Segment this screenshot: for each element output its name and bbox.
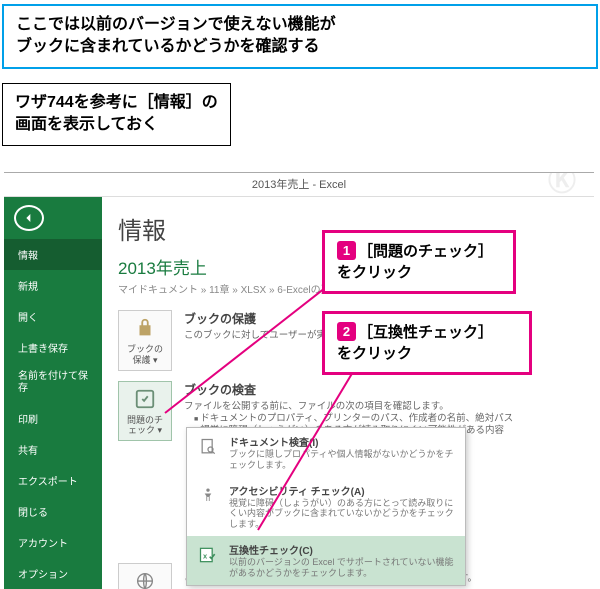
browser-icon [132,568,158,589]
check-issues-dropdown: ドキュメント検査(I) ブックに隠しプロパティや個人情報がないかどうかをチェック… [186,427,466,586]
menu-item-compatibility-check[interactable]: x 互換性チェック(C) 以前のバージョンの Excel でサポートされていない… [187,536,465,585]
document-search-icon [195,434,221,460]
sidebar-item-open[interactable]: 開く [4,301,102,332]
callout-2: 2［互換性チェック］ をクリック [322,311,532,375]
step-number-1: 1 [337,241,356,260]
text: ワザ744を参考に［情報］の [15,94,218,111]
menu-item-title: アクセシビリティ チェック(A) [229,483,457,498]
accessibility-icon [195,483,221,509]
menu-item-inspect-document[interactable]: ドキュメント検査(I) ブックに隠しプロパティや個人情報がないかどうかをチェック… [187,428,465,477]
menu-item-desc: 視覚に障碍（しょうがい）のある方にとって読み取りにくい内容がブックに含まれていな… [229,498,457,530]
sidebar-item-options[interactable]: オプション [4,558,102,589]
window-title: 2013年売上 - Excel [252,179,346,191]
window-title-bar: 2013年売上 - Excel Ⓚ [4,173,594,197]
excel-checkmark-icon: x [195,542,221,568]
bullet: ドキュメントのプロパティ、プリンターのパス、作成者の名前、絶対パス [194,413,578,425]
sidebar-item-save[interactable]: 上書き保存 [4,332,102,363]
menu-item-accessibility-check[interactable]: アクセシビリティ チェック(A) 視覚に障碍（しょうがい）のある方にとって読み取… [187,477,465,536]
sidebar-item-export[interactable]: エクスポート [4,465,102,496]
section-title: ブックの検査 [184,381,578,398]
sidebar-item-close[interactable]: 閉じる [4,496,102,527]
inspect-icon [132,386,158,412]
sidebar-item-account[interactable]: アカウント [4,527,102,558]
lock-icon [132,315,158,341]
button-label: ブックの保護 ▾ [123,344,167,366]
menu-item-desc: ブックに隠しプロパティや個人情報がないかどうかをチェックします。 [229,449,457,471]
text: 画面を表示しておく [15,116,158,133]
protect-workbook-button[interactable]: ブックの保護 ▾ [118,310,172,371]
sidebar-item-new[interactable]: 新規 [4,270,102,301]
step-number-2: 2 [337,322,356,341]
sidebar-item-print[interactable]: 印刷 [4,403,102,434]
sidebar: 情報 新規 開く 上書き保存 名前を付けて保存 印刷 共有 エクスポート 閉じる… [4,197,102,589]
sidebar-item-saveas[interactable]: 名前を付けて保存 [4,363,102,403]
menu-item-desc: 以前のバージョンの Excel でサポートされていない機能があるかどうかをチェッ… [229,557,457,579]
sidebar-item-share[interactable]: 共有 [4,434,102,465]
back-button[interactable] [14,205,44,231]
button-label: 問題のチェック ▾ [123,415,167,437]
text: ここでは以前のバージョンで使えない機能が [16,16,336,33]
browser-view-options-button[interactable]: ブラウザーの表示オプション [118,563,172,589]
callout-1: 1［問題のチェック］ をクリック [322,230,516,294]
intro-note-2: ワザ744を参考に［情報］の 画面を表示しておく [2,83,231,146]
intro-note-1: ここでは以前のバージョンで使えない機能が ブックに含まれているかどうかを確認する [2,4,598,69]
text: ブックに含まれているかどうかを確認する [16,38,320,55]
watermark-icon: Ⓚ [548,172,576,193]
menu-item-title: ドキュメント検査(I) [229,434,457,449]
menu-item-title: 互換性チェック(C) [229,542,457,557]
arrow-left-icon [21,210,37,226]
sidebar-item-info[interactable]: 情報 [4,239,102,270]
